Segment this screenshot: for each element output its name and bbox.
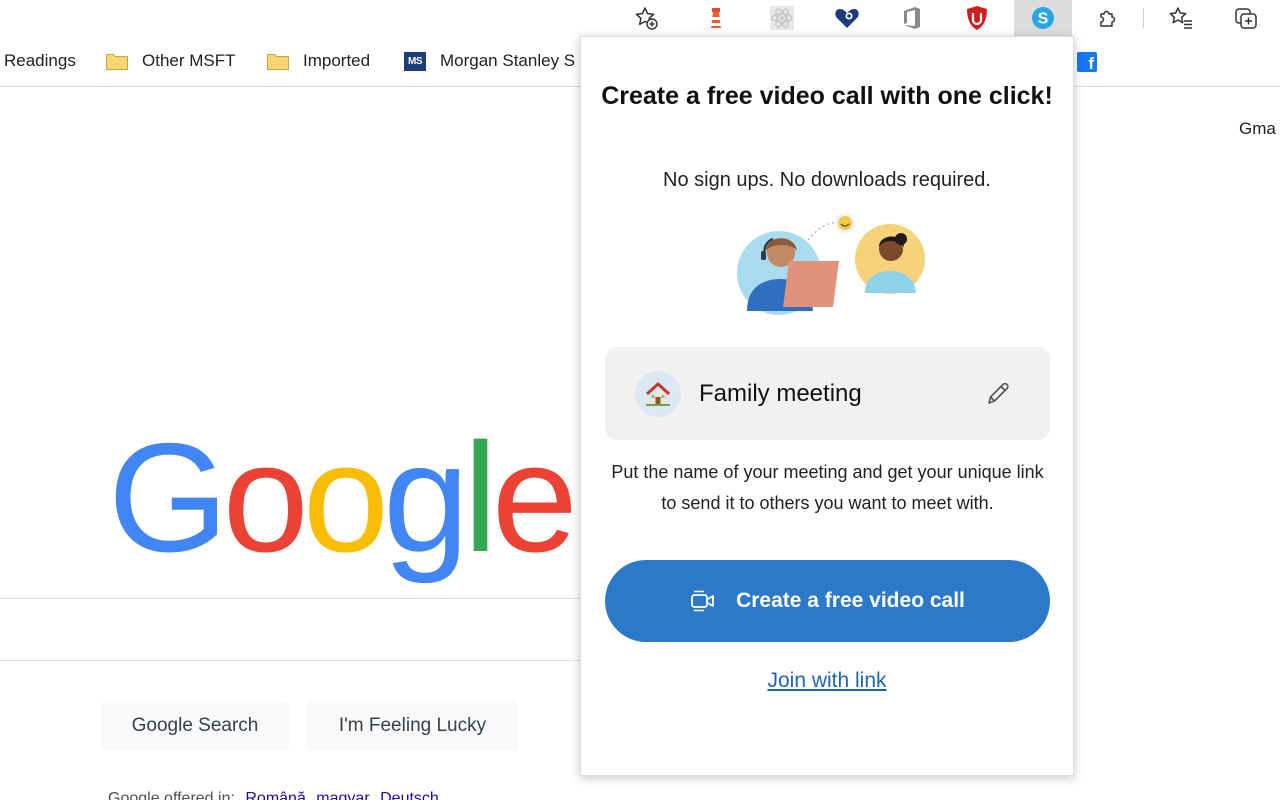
house-icon xyxy=(635,371,681,417)
popup-subtitle: No sign ups. No downloads required. xyxy=(663,169,991,191)
heart-extension-icon[interactable] xyxy=(829,2,865,34)
bookmark-readings[interactable]: Readings xyxy=(4,50,76,72)
video-camera-icon xyxy=(691,590,714,612)
logo-letter: g xyxy=(383,411,469,584)
facebook-icon[interactable]: f xyxy=(1077,52,1097,72)
bookmark-label: Morgan Stanley S xyxy=(440,51,576,70)
meeting-name-field xyxy=(605,347,1050,440)
logo-letter: l xyxy=(463,411,498,584)
gmail-link[interactable]: Gma xyxy=(1239,119,1276,139)
react-devtools-icon[interactable] xyxy=(764,2,800,34)
extensions-puzzle-icon[interactable] xyxy=(1090,2,1126,34)
search-box-bottom-border xyxy=(0,660,582,661)
popup-title: Create a free video call with one click! xyxy=(601,82,1053,110)
bookmark-morgan-stanley[interactable]: MS Morgan Stanley S xyxy=(404,50,575,72)
favorites-icon[interactable] xyxy=(1163,2,1199,34)
edit-pencil-icon[interactable] xyxy=(981,377,1015,411)
skype-meet-now-popup: Create a free video call with one click!… xyxy=(580,36,1074,776)
browser-toolbar: S xyxy=(0,0,1280,36)
language-link[interactable]: Română xyxy=(245,790,305,800)
offered-in-label: Google offered in: xyxy=(108,790,235,800)
lighthouse-icon[interactable] xyxy=(698,2,734,34)
video-call-illustration-icon xyxy=(737,213,925,315)
join-with-link[interactable]: Join with link xyxy=(601,669,1053,693)
bookmark-label: Imported xyxy=(303,51,371,70)
ublock-icon[interactable] xyxy=(959,2,995,34)
office-icon[interactable] xyxy=(894,2,930,34)
feeling-lucky-button[interactable]: I'm Feeling Lucky xyxy=(307,701,518,750)
google-logo: Google xyxy=(108,411,578,584)
svg-text:S: S xyxy=(1038,11,1049,28)
language-link[interactable]: magyar xyxy=(316,790,369,800)
language-offer: Google offered in: Română magyar Deutsch xyxy=(108,790,439,800)
bookmark-imported[interactable]: Imported xyxy=(266,50,370,72)
bookmark-other-msft[interactable]: Other MSFT xyxy=(105,50,236,72)
bookmark-label: Other MSFT xyxy=(142,51,236,70)
folder-icon xyxy=(106,54,128,70)
logo-letter: o xyxy=(222,411,309,584)
collections-icon[interactable] xyxy=(1228,2,1264,34)
folder-icon xyxy=(267,54,289,70)
language-link[interactable]: Deutsch xyxy=(380,790,439,800)
star-add-icon[interactable] xyxy=(628,2,664,34)
popup-description: Put the name of your meeting and get you… xyxy=(611,462,1044,513)
search-box-top-border xyxy=(0,598,582,599)
bookmark-label: Readings xyxy=(4,51,76,70)
toolbar-separator xyxy=(1143,8,1144,28)
logo-letter: G xyxy=(108,411,229,584)
create-video-call-button[interactable]: Create a free video call xyxy=(605,560,1050,642)
google-search-button[interactable]: Google Search xyxy=(101,701,289,750)
meeting-name-input[interactable] xyxy=(699,371,979,417)
morgan-stanley-icon: MS xyxy=(404,51,426,71)
create-button-label: Create a free video call xyxy=(736,589,965,612)
logo-letter: e xyxy=(491,411,578,584)
logo-letter: o xyxy=(302,411,389,584)
skype-icon[interactable]: S xyxy=(1014,0,1072,36)
